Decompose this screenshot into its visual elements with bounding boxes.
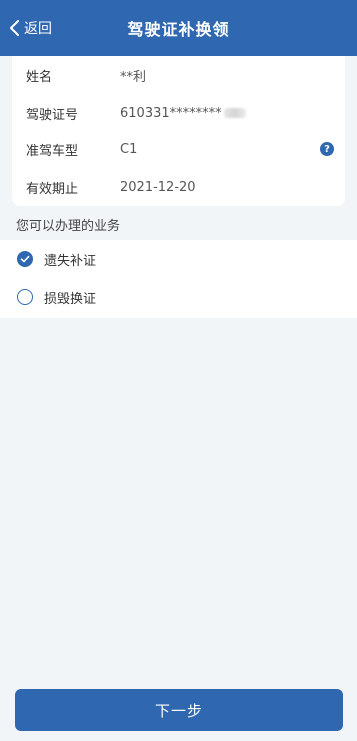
services-section-title: 您可以办理的业务 [16, 219, 121, 234]
info-row-name: 姓名 **利 [12, 56, 345, 94]
checkmark-icon [20, 255, 30, 263]
option-lost-replacement[interactable]: 遗失补证 [0, 240, 357, 278]
option-label: 损毁换证 [44, 291, 97, 307]
expiry-label: 有效期止 [26, 181, 79, 197]
radio-checked[interactable] [17, 251, 33, 267]
license-number-value-wrap: 610331******** [120, 106, 246, 121]
page-title: 驾驶证补换领 [127, 20, 230, 39]
option-label: 遗失补证 [44, 253, 97, 269]
info-row-vehicle-class: 准驾车型 C1 ? [12, 130, 345, 168]
license-number-label: 驾驶证号 [26, 107, 79, 123]
radio-unchecked[interactable] [17, 289, 33, 305]
name-value: **利 [120, 69, 147, 85]
app-header: 返回 驾驶证补换领 [0, 0, 357, 56]
option-damage-exchange[interactable]: 损毁换证 [0, 278, 357, 316]
info-row-expiry: 有效期止 2021-12-20 [12, 168, 345, 206]
license-info-card: 姓名 **利 驾驶证号 610331******** 准驾车型 C1 ? 有效期… [12, 56, 345, 206]
license-number-value: 610331******** [120, 105, 222, 121]
vehicle-class-label: 准驾车型 [26, 143, 79, 159]
next-button[interactable]: 下一步 [15, 689, 343, 731]
name-label: 姓名 [26, 69, 53, 85]
vehicle-class-value: C1 [120, 141, 138, 157]
service-options: 遗失补证 损毁换证 [0, 240, 357, 318]
redaction-blur [223, 108, 246, 118]
info-row-license-number: 驾驶证号 610331******** [12, 94, 345, 132]
help-icon[interactable]: ? [320, 142, 334, 156]
expiry-value: 2021-12-20 [120, 179, 196, 195]
